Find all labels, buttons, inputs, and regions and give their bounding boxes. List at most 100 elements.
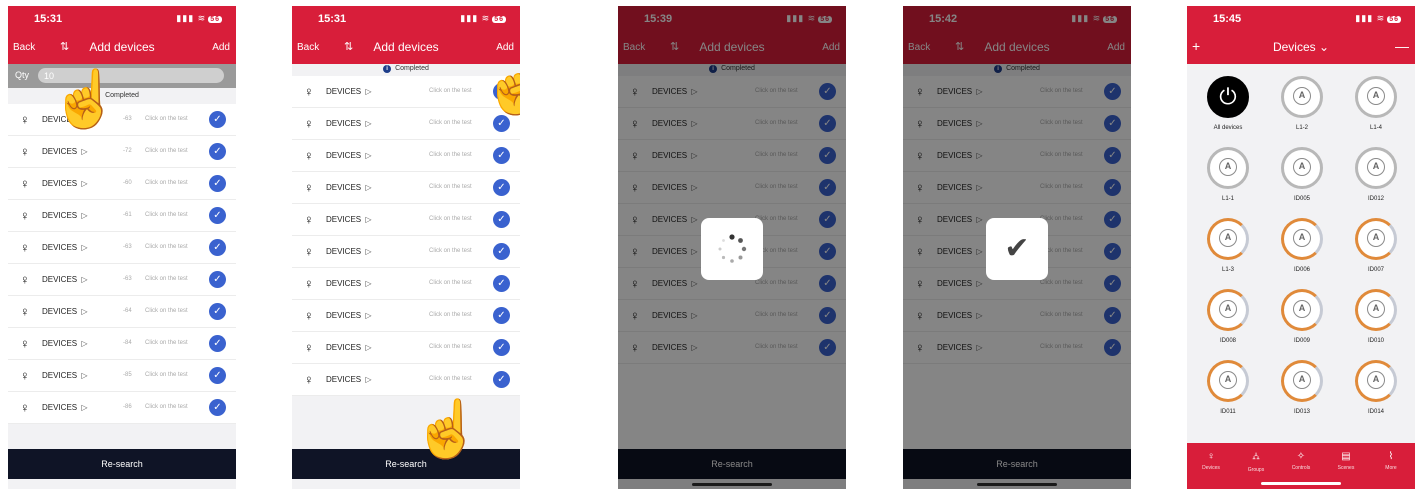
light-dial-icon[interactable]: A	[1355, 360, 1397, 402]
list-item[interactable]: ♀ DEVICES ▷ Click on the test ✓	[292, 236, 520, 268]
test-hint[interactable]: Click on the test	[145, 308, 188, 314]
rename-icon[interactable]: ▷	[79, 371, 87, 380]
light-dial-icon[interactable]: A	[1281, 360, 1323, 402]
light-dial-icon[interactable]: A	[1207, 360, 1249, 402]
rename-icon[interactable]: ▷	[79, 211, 87, 220]
checkbox-checked-icon[interactable]: ✓	[209, 367, 226, 384]
page-title[interactable]: Devices ⌄	[1187, 40, 1415, 54]
device-tile[interactable]: A ID009	[1265, 281, 1339, 353]
test-hint[interactable]: Click on the test	[145, 372, 188, 378]
device-tile[interactable]: A ID010	[1339, 281, 1413, 353]
research-button[interactable]: Re-search	[8, 449, 236, 479]
light-dial-icon[interactable]: A	[1281, 147, 1323, 189]
rename-icon[interactable]: ▷	[79, 179, 87, 188]
rename-icon[interactable]: ▷	[363, 247, 371, 256]
light-dial-icon[interactable]: A	[1207, 289, 1249, 331]
light-dial-icon[interactable]: A	[1355, 147, 1397, 189]
checkbox-checked-icon[interactable]: ✓	[209, 207, 226, 224]
checkbox-checked-icon[interactable]: ✓	[493, 179, 510, 196]
light-dial-icon[interactable]: A	[1281, 76, 1323, 118]
test-hint[interactable]: Click on the test	[429, 152, 472, 158]
list-item[interactable]: ♀ DEVICES ▷ -63 Click on the test ✓	[8, 104, 236, 136]
test-hint[interactable]: Click on the test	[429, 248, 472, 254]
power-icon[interactable]: ⏻	[1207, 76, 1249, 118]
light-dial-icon[interactable]: A	[1355, 218, 1397, 260]
device-tile[interactable]: ⏻ All devices	[1191, 68, 1265, 140]
tab-scenes[interactable]: ▤ Scenes	[1326, 451, 1366, 471]
light-dial-icon[interactable]: A	[1355, 289, 1397, 331]
device-tile[interactable]: A ID005	[1265, 139, 1339, 211]
rename-icon[interactable]: ▷	[363, 215, 371, 224]
list-item[interactable]: ♀ DEVICES ▷ -61 Click on the test ✓	[8, 200, 236, 232]
checkbox-checked-icon[interactable]: ✓	[209, 303, 226, 320]
rename-icon[interactable]: ▷	[363, 87, 371, 96]
checkbox-checked-icon[interactable]: ✓	[209, 239, 226, 256]
light-dial-icon[interactable]: A	[1281, 289, 1323, 331]
rename-icon[interactable]: ▷	[363, 375, 371, 384]
rename-icon[interactable]: ▷	[363, 151, 371, 160]
minus-icon[interactable]: —	[1395, 38, 1409, 54]
test-hint[interactable]: Click on the test	[429, 88, 472, 94]
list-item[interactable]: ♀ DEVICES ▷ -64 Click on the test ✓	[8, 296, 236, 328]
list-item[interactable]: ♀ DEVICES ▷ -84 Click on the test ✓	[8, 328, 236, 360]
rename-icon[interactable]: ▷	[79, 243, 87, 252]
rename-icon[interactable]: ▷	[79, 307, 87, 316]
tab-devices[interactable]: ♀ Devices	[1191, 451, 1231, 471]
list-item[interactable]: ♀ DEVICES ▷ Click on the test ✓	[292, 172, 520, 204]
rename-icon[interactable]: ▷	[363, 279, 371, 288]
device-tile[interactable]: A ID008	[1191, 281, 1265, 353]
checkbox-checked-icon[interactable]: ✓	[493, 371, 510, 388]
test-hint[interactable]: Click on the test	[145, 404, 188, 410]
list-item[interactable]: ♀ DEVICES ▷ -72 Click on the test ✓	[8, 136, 236, 168]
checkbox-checked-icon[interactable]: ✓	[209, 399, 226, 416]
checkbox-checked-icon[interactable]: ✓	[493, 275, 510, 292]
test-hint[interactable]: Click on the test	[145, 116, 188, 122]
test-hint[interactable]: Click on the test	[145, 276, 188, 282]
device-tile[interactable]: A ID007	[1339, 210, 1413, 282]
list-item[interactable]: ♀ DEVICES ▷ -86 Click on the test ✓	[8, 392, 236, 424]
list-item[interactable]: ♀ DEVICES ▷ -85 Click on the test ✓	[8, 360, 236, 392]
rename-icon[interactable]: ▷	[363, 311, 371, 320]
device-tile[interactable]: A ID006	[1265, 210, 1339, 282]
add-button[interactable]: Add	[212, 42, 230, 53]
rename-icon[interactable]: ▷	[363, 343, 371, 352]
checkbox-checked-icon[interactable]: ✓	[493, 307, 510, 324]
light-dial-icon[interactable]: A	[1207, 218, 1249, 260]
list-item[interactable]: ♀ DEVICES ▷ Click on the test ✓	[292, 268, 520, 300]
test-hint[interactable]: Click on the test	[429, 120, 472, 126]
rename-icon[interactable]: ▷	[363, 183, 371, 192]
device-tile[interactable]: A ID014	[1339, 352, 1413, 424]
rename-icon[interactable]: ▷	[79, 147, 87, 156]
test-hint[interactable]: Click on the test	[429, 376, 472, 382]
list-item[interactable]: ♀ DEVICES ▷ Click on the test ✓	[292, 300, 520, 332]
list-item[interactable]: ♀ DEVICES ▷ -63 Click on the test ✓	[8, 264, 236, 296]
light-dial-icon[interactable]: A	[1355, 76, 1397, 118]
tab-controls[interactable]: ✧ Controls	[1281, 451, 1321, 471]
tab-more[interactable]: ⌇ More	[1371, 451, 1411, 471]
light-dial-icon[interactable]: A	[1207, 147, 1249, 189]
list-item[interactable]: ♀ DEVICES ▷ -63 Click on the test ✓	[8, 232, 236, 264]
test-hint[interactable]: Click on the test	[145, 212, 188, 218]
checkbox-checked-icon[interactable]: ✓	[209, 143, 226, 160]
device-tile[interactable]: A ID012	[1339, 139, 1413, 211]
test-hint[interactable]: Click on the test	[429, 216, 472, 222]
list-item[interactable]: ♀ DEVICES ▷ -60 Click on the test ✓	[8, 168, 236, 200]
device-tile[interactable]: A ID013	[1265, 352, 1339, 424]
test-hint[interactable]: Click on the test	[145, 148, 188, 154]
rename-icon[interactable]: ▷	[79, 275, 87, 284]
rename-icon[interactable]: ▷	[79, 403, 87, 412]
checkbox-checked-icon[interactable]: ✓	[493, 147, 510, 164]
list-item[interactable]: ♀ DEVICES ▷ Click on the test ✓	[292, 140, 520, 172]
test-hint[interactable]: Click on the test	[429, 344, 472, 350]
test-hint[interactable]: Click on the test	[145, 180, 188, 186]
test-hint[interactable]: Click on the test	[145, 340, 188, 346]
checkbox-checked-icon[interactable]: ✓	[209, 335, 226, 352]
test-hint[interactable]: Click on the test	[429, 312, 472, 318]
research-button[interactable]: Re-search	[292, 449, 520, 479]
list-item[interactable]: ♀ DEVICES ▷ Click on the test ✓	[292, 364, 520, 396]
list-item[interactable]: ♀ DEVICES ▷ Click on the test ✓	[292, 204, 520, 236]
checkbox-checked-icon[interactable]: ✓	[209, 175, 226, 192]
test-hint[interactable]: Click on the test	[429, 280, 472, 286]
light-dial-icon[interactable]: A	[1281, 218, 1323, 260]
checkbox-checked-icon[interactable]: ✓	[493, 211, 510, 228]
